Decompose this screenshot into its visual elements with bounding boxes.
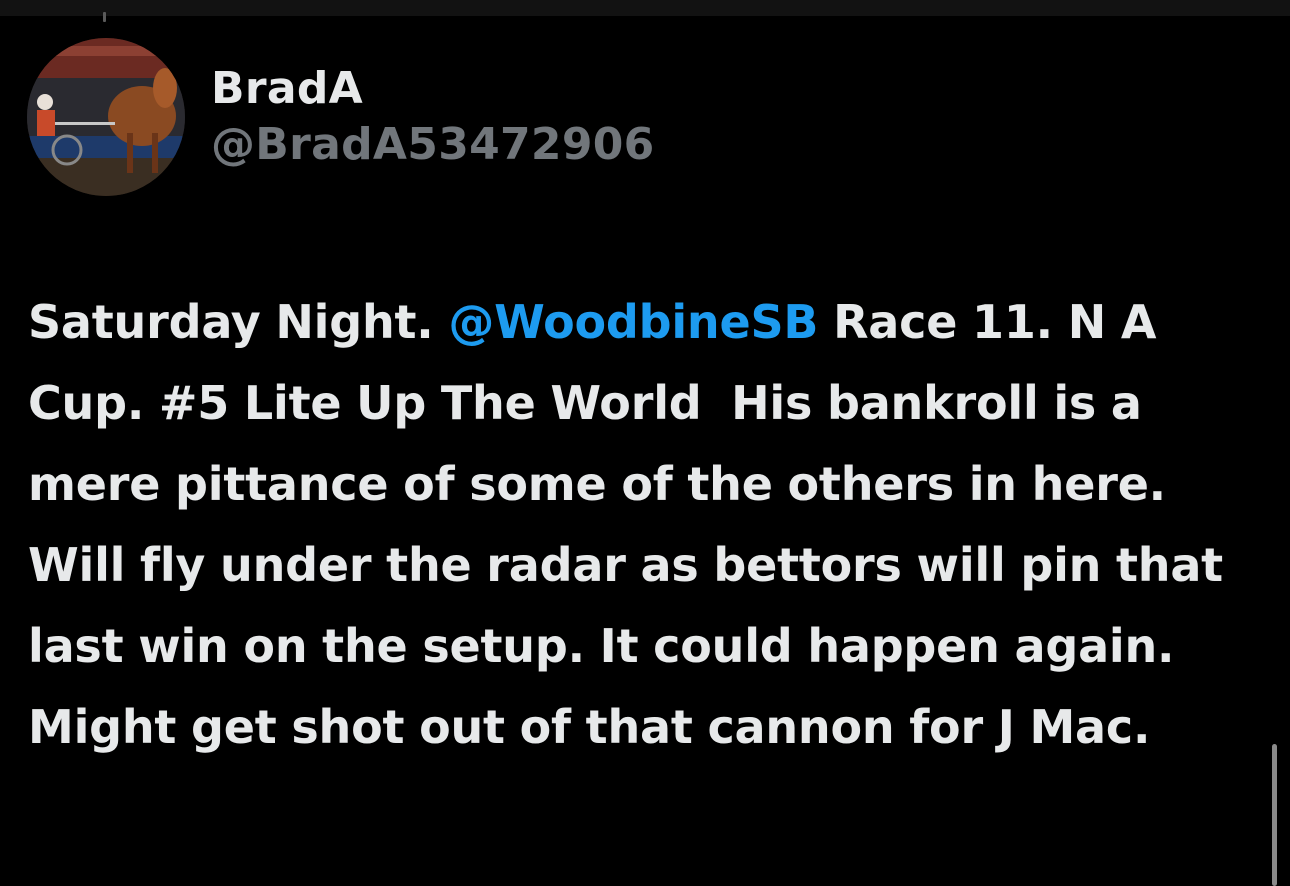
harness-racing-photo-avatar-icon	[27, 38, 185, 196]
avatar[interactable]	[27, 38, 185, 196]
tweet-text-part-2: Race 11. N A Cup. #5 Lite Up The World H…	[28, 295, 1238, 754]
scrollbar[interactable]	[1272, 744, 1277, 886]
display-name[interactable]: BradA	[211, 64, 655, 114]
tweet-card: BradA @BradA53472906 Saturday Night. @Wo…	[0, 16, 1290, 886]
user-handle[interactable]: @BradA53472906	[211, 120, 655, 170]
mention-link[interactable]: @WoodbineSB	[448, 295, 818, 349]
top-bar	[0, 0, 1290, 16]
user-names: BradA @BradA53472906	[211, 64, 655, 170]
tweet-text-part-1: Saturday Night.	[28, 295, 449, 349]
tweet-text: Saturday Night. @WoodbineSB Race 11. N A…	[28, 282, 1253, 768]
